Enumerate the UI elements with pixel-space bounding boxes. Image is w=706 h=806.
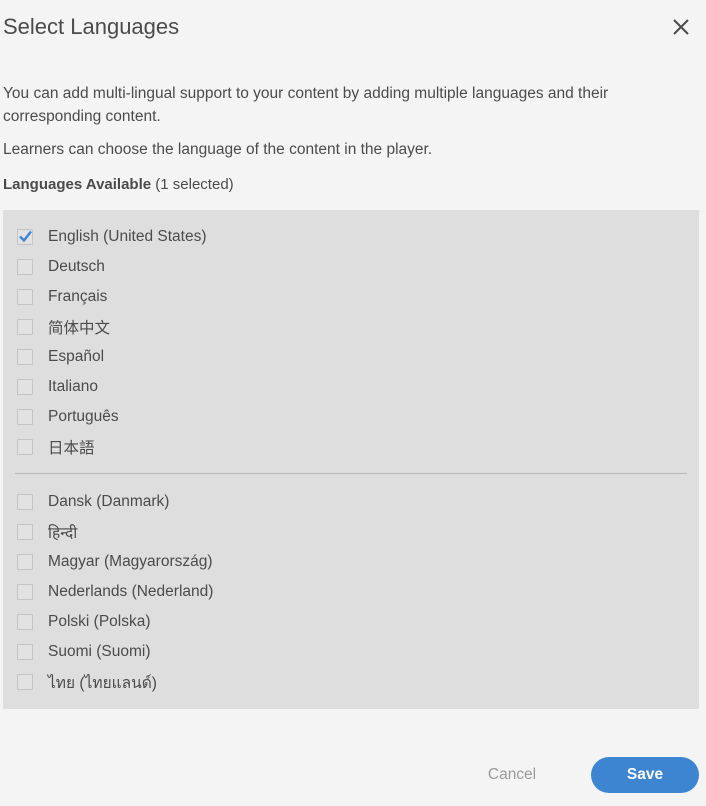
language-option[interactable]: Magyar (Magyarország) [17, 550, 213, 574]
language-option[interactable]: Suomi (Suomi) [17, 640, 151, 664]
language-label: Português [48, 408, 119, 425]
language-checkbox[interactable] [17, 409, 33, 425]
language-label: Magyar (Magyarország) [48, 553, 213, 570]
dialog-description-secondary: Learners can choose the language of the … [3, 141, 433, 158]
language-option[interactable]: Español [17, 345, 104, 369]
language-checkbox[interactable] [17, 584, 33, 600]
language-label: 简体中文 [48, 320, 111, 337]
language-label: Deutsch [48, 258, 105, 275]
language-option[interactable]: Português [17, 405, 119, 429]
language-option[interactable]: 日本語 [17, 435, 95, 459]
language-label: Italiano [48, 378, 98, 395]
language-checkbox[interactable] [17, 494, 33, 510]
language-checkbox[interactable] [17, 644, 33, 660]
language-option[interactable]: Nederlands (Nederland) [17, 580, 213, 604]
language-checkbox[interactable] [17, 319, 33, 335]
language-label: English (United States) [48, 228, 207, 245]
language-option[interactable]: Français [17, 285, 107, 309]
language-label: हिन्दी [48, 525, 78, 542]
language-option[interactable]: 简体中文 [17, 315, 110, 339]
language-option[interactable]: ไทย (ไทยแลนด์) [17, 670, 157, 694]
language-label: Français [48, 288, 108, 305]
list-divider [15, 473, 687, 474]
dialog-description: You can add multi-lingual support to you… [3, 85, 609, 125]
language-checkbox[interactable] [17, 349, 33, 365]
language-label: Polski (Polska) [48, 613, 151, 630]
language-list: English (United States) Deutsch Français 简体… [3, 210, 699, 709]
language-option[interactable]: हिन्दी [17, 520, 77, 544]
language-checkbox[interactable] [17, 439, 33, 455]
selected-count: (1 selected) [155, 176, 234, 193]
language-checkbox[interactable] [17, 379, 33, 395]
languages-available-heading: Languages Available (1 selected) [3, 176, 234, 193]
close-button[interactable] [668, 14, 694, 40]
language-option[interactable]: Polski (Polska) [17, 610, 151, 634]
languages-available-label: Languages Available [3, 176, 152, 193]
language-option[interactable]: Deutsch [17, 255, 105, 279]
language-checkbox[interactable] [17, 229, 33, 245]
language-checkbox[interactable] [17, 554, 33, 570]
language-checkbox[interactable] [17, 614, 33, 630]
close-icon [673, 19, 689, 35]
language-option[interactable]: Italiano [17, 375, 98, 399]
language-checkbox[interactable] [17, 524, 33, 540]
save-button[interactable]: Save [591, 757, 699, 793]
language-option[interactable]: English (United States) [17, 225, 207, 249]
language-checkbox[interactable] [17, 259, 33, 275]
checkmark-icon [19, 230, 32, 243]
language-label: Suomi (Suomi) [48, 643, 151, 660]
language-label: Dansk (Danmark) [48, 493, 170, 510]
dialog-title: Select Languages [3, 14, 180, 39]
language-label: Nederlands (Nederland) [48, 583, 214, 600]
language-label: 日本語 [48, 440, 95, 457]
cancel-button[interactable]: Cancel [470, 758, 554, 792]
language-checkbox[interactable] [17, 674, 33, 690]
language-option[interactable]: Dansk (Danmark) [17, 490, 169, 514]
language-label: Español [48, 348, 105, 365]
language-label: ไทย (ไทยแลนด์) [48, 674, 157, 692]
language-checkbox[interactable] [17, 289, 33, 305]
